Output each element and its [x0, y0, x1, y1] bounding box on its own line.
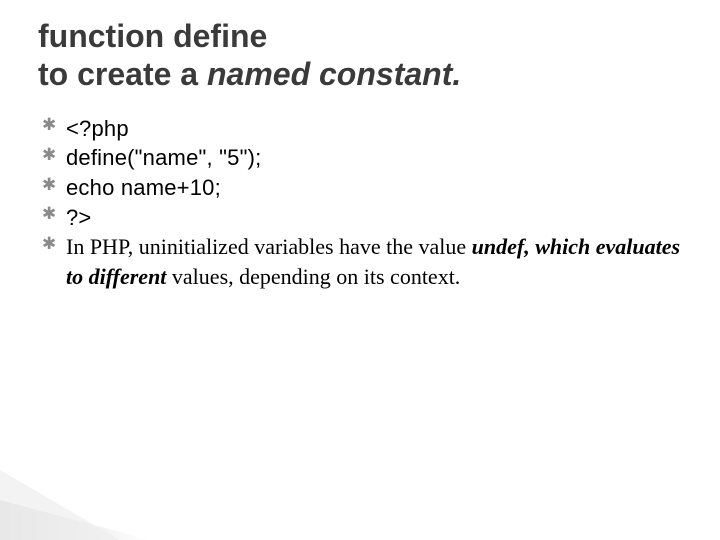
code-text: echo name+10; — [66, 175, 221, 200]
bullet-icon: ✱ — [42, 233, 56, 256]
bullet-icon: ✱ — [42, 114, 56, 137]
title-line-2-prefix: to create a — [38, 56, 207, 92]
title-line-1: function define — [38, 18, 267, 54]
code-line: ✱ ?> — [44, 203, 682, 233]
code-line: ✱ echo name+10; — [44, 173, 682, 203]
code-line: ✱ define("name", "5"); — [44, 143, 682, 173]
slide-title: function define to create a named consta… — [38, 18, 682, 94]
body-paragraph: In PHP, uninitialized variables have the… — [66, 234, 680, 289]
slide: function define to create a named consta… — [0, 0, 720, 540]
bullet-icon: ✱ — [42, 174, 56, 197]
para-tail: values, depending on its context. — [166, 264, 460, 289]
para-lead: In PHP, uninitialized variables have the… — [66, 234, 472, 259]
decorative-wedge — [0, 470, 180, 540]
para-emph-undef: undef, — [472, 234, 530, 259]
bullet-icon: ✱ — [42, 144, 56, 167]
title-line-2-emph: named constant. — [207, 56, 461, 92]
code-text: <?php — [66, 116, 129, 141]
bullet-list: ✱ <?php ✱ define("name", "5"); ✱ echo na… — [38, 114, 682, 292]
code-line: ✱ <?php — [44, 114, 682, 144]
body-bullet: ✱ In PHP, uninitialized variables have t… — [44, 232, 682, 291]
bullet-icon: ✱ — [42, 203, 56, 226]
code-text: define("name", "5"); — [66, 145, 261, 170]
code-text: ?> — [66, 205, 91, 230]
